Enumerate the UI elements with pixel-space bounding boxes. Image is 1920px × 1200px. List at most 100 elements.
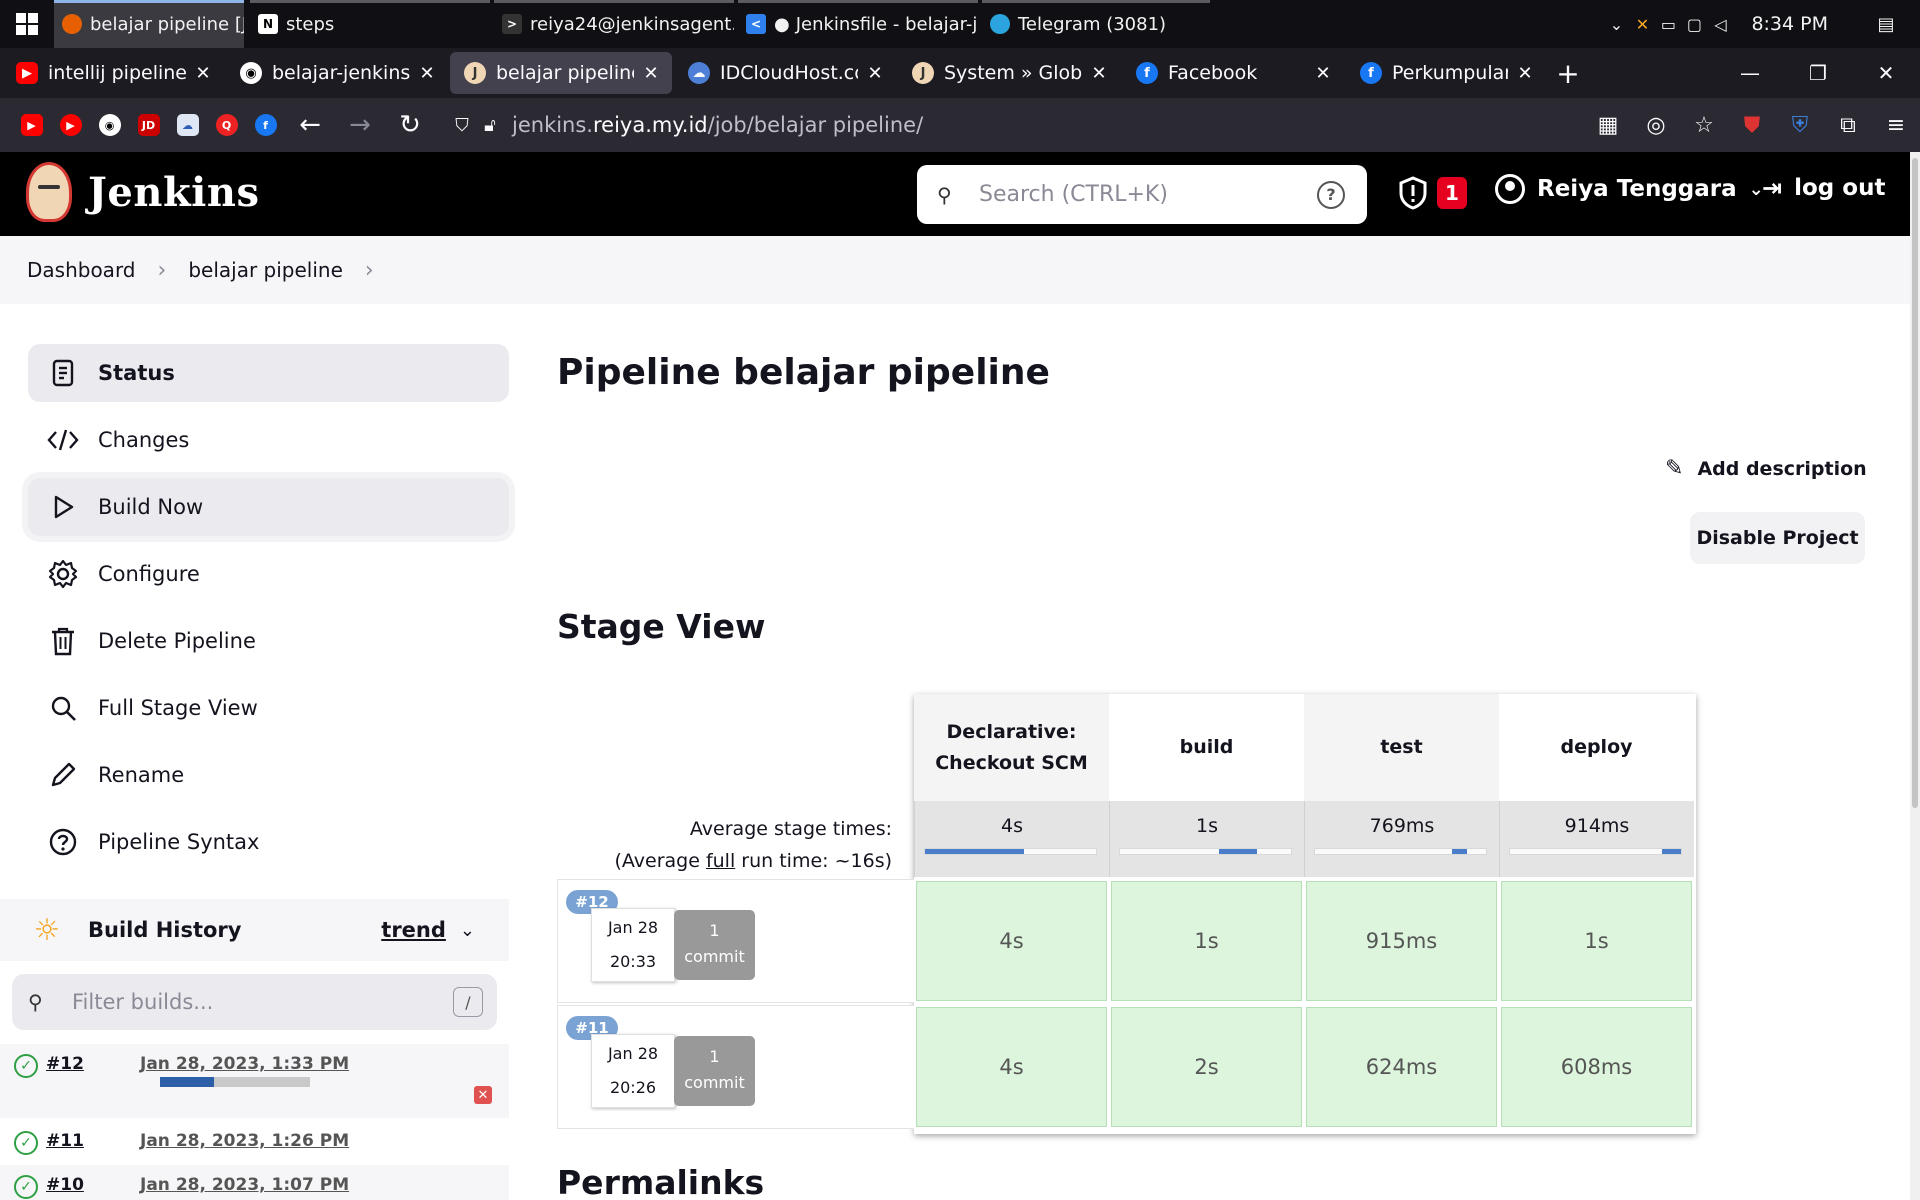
user-menu[interactable]: Reiya Tenggara ⌄ — [1495, 174, 1764, 204]
browser-tab[interactable]: ☁ IDCloudHost.con ✕ — [674, 52, 896, 94]
bookmark-youtube-music[interactable]: ▶ — [51, 114, 90, 136]
logout-link[interactable]: ⇥ log out — [1762, 174, 1885, 202]
qr-icon[interactable]: ▦ — [1584, 113, 1632, 138]
bookmark-facebook[interactable]: f — [246, 114, 285, 136]
trend-link[interactable]: trend — [381, 918, 446, 942]
close-window-button[interactable]: ✕ — [1852, 48, 1920, 98]
browser-tab[interactable]: ◉ belajar-jenkins-pi ✕ — [226, 52, 448, 94]
chevron-down-icon[interactable]: ⌄ — [460, 920, 475, 941]
stage-cell-success[interactable]: 1s — [1501, 881, 1692, 1001]
add-description-link[interactable]: ✎ Add description — [1665, 456, 1867, 481]
close-icon[interactable]: ✕ — [416, 63, 438, 84]
browser-tab-active[interactable]: J belajar pipeline [ ✕ — [450, 52, 672, 94]
stage-cell-success[interactable]: 4s — [916, 881, 1107, 1001]
stage-cell-success[interactable]: 4s — [916, 1007, 1107, 1127]
disable-project-button[interactable]: Disable Project — [1690, 512, 1865, 564]
sidebar-item-delete[interactable]: Delete Pipeline — [28, 612, 509, 670]
build-date-link[interactable]: Jan 28, 2023, 1:07 PM — [140, 1175, 349, 1195]
build-filter[interactable]: ⚲ Filter builds... / — [12, 974, 497, 1030]
sidebar-item-changes[interactable]: Changes — [28, 411, 509, 469]
build-row[interactable]: ✓ #10 Jan 28, 2023, 1:07 PM — [0, 1165, 509, 1200]
scrollbar-thumb[interactable] — [1912, 158, 1918, 808]
minimize-button[interactable]: — — [1716, 48, 1784, 98]
search-box[interactable]: ⚲ Search (CTRL+K) ? — [917, 165, 1367, 224]
bookmark-app[interactable]: JD — [129, 114, 168, 136]
shield-icon[interactable]: ⛉ — [448, 115, 476, 136]
build-number-link[interactable]: #11 — [46, 1131, 126, 1151]
breadcrumb-job[interactable]: belajar pipeline — [188, 258, 343, 282]
stage-cell-success[interactable]: 624ms — [1306, 1007, 1497, 1127]
commit-count[interactable]: 1 commit — [674, 1036, 755, 1106]
sidebar-item-status[interactable]: Status — [28, 344, 509, 402]
build-date-link[interactable]: Jan 28, 2023, 1:33 PM — [140, 1054, 349, 1074]
commit-count[interactable]: 1 commit — [674, 910, 755, 980]
bookmark-cloud[interactable]: ☁ — [168, 114, 207, 136]
stage-run-header[interactable]: #11 Jan 28 20:26 1 commit — [557, 1005, 914, 1129]
close-icon[interactable]: ✕ — [1312, 63, 1334, 84]
sidebar-item-configure[interactable]: Configure — [28, 545, 509, 603]
close-icon[interactable]: ✕ — [1514, 63, 1536, 84]
stage-cell-success[interactable]: 608ms — [1501, 1007, 1692, 1127]
taskbar-item-telegram[interactable]: Telegram (3081) — [982, 0, 1210, 48]
browser-tab[interactable]: ▶ intellij pipeline - ✕ — [2, 52, 224, 94]
stage-cell-success[interactable]: 2s — [1111, 1007, 1302, 1127]
breadcrumb-dashboard[interactable]: Dashboard — [27, 258, 136, 282]
bookmark-youtube[interactable]: ▶ — [12, 114, 51, 136]
browser-tab[interactable]: f Perkumpulan Or ✕ — [1346, 52, 1546, 94]
search-input[interactable]: Search (CTRL+K) — [979, 182, 1317, 207]
taskbar-item-notion[interactable]: N steps — [250, 0, 490, 48]
reload-button[interactable]: ↻ — [385, 110, 435, 140]
sidebar-item-build-now[interactable]: Build Now — [28, 478, 509, 536]
sidebar-item-full-stage-view[interactable]: Full Stage View — [28, 679, 509, 737]
chevron-right-icon[interactable]: › — [365, 258, 374, 283]
bookmark-red[interactable]: Q — [207, 114, 246, 136]
tray-app-icon[interactable]: ✕ — [1629, 15, 1655, 34]
battery-icon[interactable]: ▭ — [1655, 15, 1681, 34]
taskbar-item-terminal[interactable]: > reiya24@jenkinsagent... — [494, 0, 734, 48]
full-run-time-link[interactable]: full — [706, 850, 735, 872]
cancel-build-icon[interactable]: ✕ — [474, 1086, 492, 1104]
taskbar-item-vscode[interactable]: < ● Jenkinsfile - belajar-j... — [738, 0, 978, 48]
back-button[interactable]: ← — [285, 110, 335, 140]
chevron-up-icon[interactable]: ⌄ — [1603, 15, 1629, 34]
filter-builds-input[interactable]: Filter builds... — [72, 990, 453, 1014]
help-icon[interactable]: ? — [1317, 180, 1345, 209]
bookmark-star-icon[interactable]: ☆ — [1680, 113, 1728, 138]
build-number-link[interactable]: #10 — [46, 1175, 126, 1195]
menu-icon[interactable]: ≡ — [1872, 113, 1920, 138]
jenkins-home-link[interactable]: Jenkins — [26, 162, 259, 222]
sidebar-item-rename[interactable]: Rename — [28, 746, 509, 804]
notification-icon[interactable]: ▤ — [1872, 14, 1900, 35]
chevron-right-icon[interactable]: › — [158, 258, 167, 283]
close-icon[interactable]: ✕ — [1088, 63, 1110, 84]
volume-icon[interactable]: ◁ — [1707, 15, 1733, 34]
close-icon[interactable]: ✕ — [864, 63, 886, 84]
taskbar-item-firefox[interactable]: belajar pipeline [Jenkin... — [54, 0, 244, 48]
extensions-puzzle-icon[interactable]: ⧉ — [1824, 113, 1872, 138]
stage-cell-success[interactable]: 915ms — [1306, 881, 1497, 1001]
page-scrollbar[interactable] — [1910, 152, 1920, 1200]
forward-button[interactable]: → — [335, 110, 385, 140]
close-icon[interactable]: ✕ — [192, 63, 214, 84]
browser-tab[interactable]: J System » Global c ✕ — [898, 52, 1120, 94]
address-bar[interactable]: ⛉ 🔓︎ jenkins.reiya.my.id/job/belajar pip… — [448, 104, 1748, 146]
sidebar-item-pipeline-syntax[interactable]: Pipeline Syntax — [28, 813, 509, 871]
bitwarden-icon[interactable]: ⛨ — [1776, 113, 1824, 138]
stage-run-header[interactable]: #12 Jan 28 20:33 1 commit — [557, 879, 914, 1003]
close-icon[interactable]: ✕ — [640, 63, 662, 84]
restore-button[interactable]: ❐ — [1784, 48, 1852, 98]
taskbar-clock[interactable]: 8:34 PM — [1751, 13, 1828, 35]
ublock-icon[interactable]: ⛊ — [1728, 113, 1776, 138]
bookmark-github[interactable]: ◉ — [90, 114, 129, 136]
build-row[interactable]: ✓ #11 Jan 28, 2023, 1:26 PM — [0, 1128, 509, 1168]
network-icon[interactable]: ▢ — [1681, 15, 1707, 34]
lock-icon[interactable]: 🔓︎ — [476, 115, 504, 136]
build-number-link[interactable]: #12 — [46, 1054, 126, 1074]
new-tab-button[interactable]: + — [1548, 57, 1588, 90]
stage-cell-success[interactable]: 1s — [1111, 881, 1302, 1001]
browser-tab[interactable]: f Facebook ✕ — [1122, 52, 1344, 94]
build-date-link[interactable]: Jan 28, 2023, 1:26 PM — [140, 1131, 349, 1151]
extension-icon[interactable]: ◎ — [1632, 113, 1680, 138]
windows-start-button[interactable] — [0, 0, 54, 48]
security-monitor[interactable]: 1 — [1397, 176, 1467, 210]
